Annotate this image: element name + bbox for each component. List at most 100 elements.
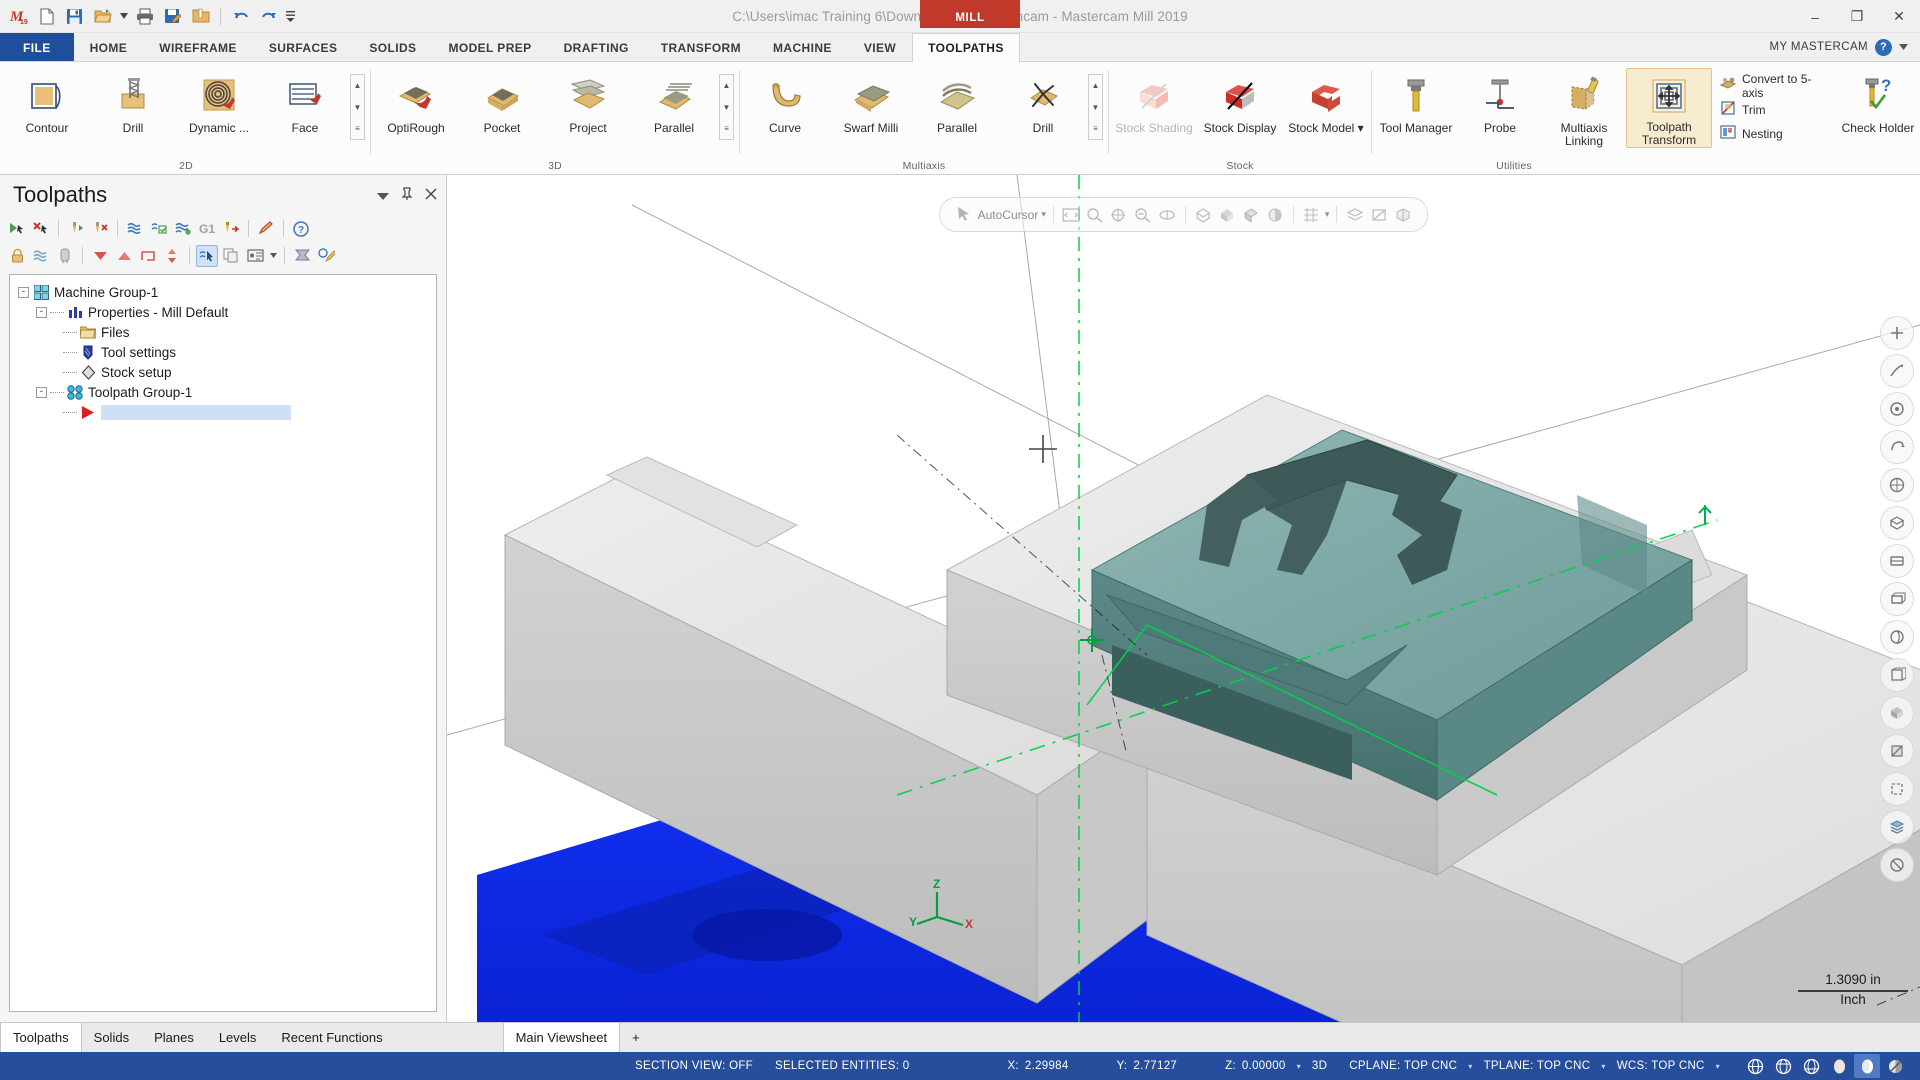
regenerate-selected-icon[interactable] bbox=[65, 218, 87, 240]
ribbon-button-curve[interactable]: Curve bbox=[742, 68, 828, 148]
grid-icon[interactable] bbox=[1301, 204, 1322, 225]
grid-caret-icon[interactable]: ▾ bbox=[1325, 209, 1330, 220]
status-wcs[interactable]: WCS: TOP CNC bbox=[1606, 1060, 1716, 1072]
shaded-wireframe-icon[interactable] bbox=[1241, 204, 1262, 225]
undo-icon[interactable] bbox=[228, 4, 253, 29]
blank-entity-icon[interactable] bbox=[1880, 847, 1914, 882]
unzoom-icon[interactable] bbox=[1880, 391, 1914, 426]
mill-context-tab[interactable]: MILL bbox=[920, 0, 1020, 28]
shaded-icon[interactable] bbox=[1217, 204, 1238, 225]
tree-node-toolpath-group[interactable]: - Toolpath Group-1 bbox=[16, 382, 436, 402]
ribbon-tab-solids[interactable]: SOLIDS bbox=[353, 33, 432, 61]
zoom-target-icon[interactable] bbox=[1880, 353, 1914, 388]
status-mode-3d[interactable]: 3D bbox=[1301, 1060, 1338, 1072]
lock-toolpath-icon[interactable] bbox=[6, 245, 28, 267]
new-file-icon[interactable] bbox=[34, 4, 59, 29]
high-speed-icon[interactable] bbox=[220, 218, 242, 240]
fit-screen-icon[interactable] bbox=[1880, 315, 1914, 350]
gview-front-icon[interactable] bbox=[1798, 1054, 1824, 1078]
fit-view-icon[interactable] bbox=[1061, 204, 1082, 225]
viewport-floating-toolbar[interactable]: AutoCursor ▾ ▾ bbox=[938, 197, 1429, 232]
deselect-all-toolpaths-icon[interactable] bbox=[30, 218, 52, 240]
gallery-scroll-multiaxis[interactable]: ▲ ▼ ≡ bbox=[1088, 74, 1103, 140]
ribbon-button-stock-display[interactable]: Stock Display bbox=[1197, 68, 1283, 148]
bottom-tab-planes[interactable]: Planes bbox=[142, 1023, 207, 1052]
tplane-caret-icon[interactable]: ▾ bbox=[1601, 1062, 1605, 1071]
translucent-icon[interactable] bbox=[1265, 204, 1286, 225]
panel-dropdown-button[interactable] bbox=[377, 189, 389, 202]
levels-icon[interactable] bbox=[1344, 204, 1365, 225]
bottom-tab-toolpaths[interactable]: Toolpaths bbox=[0, 1023, 82, 1052]
redo-icon[interactable] bbox=[256, 4, 281, 29]
ribbon-tab-file[interactable]: FILE bbox=[0, 33, 74, 61]
paint-toolpath-icon[interactable] bbox=[315, 245, 337, 267]
tree-node-stock-setup[interactable]: Stock setup bbox=[16, 362, 436, 382]
select-entities-icon[interactable] bbox=[196, 244, 218, 267]
ribbon-button-tool-manager[interactable]: Tool Manager bbox=[1374, 68, 1458, 148]
select-all-toolpaths-icon[interactable] bbox=[6, 218, 28, 240]
gallery-up-2d[interactable]: ▲ bbox=[351, 75, 364, 96]
ribbon-button-stock-model[interactable]: Stock Model ▾ bbox=[1283, 68, 1369, 148]
shading-on-icon[interactable] bbox=[1854, 1054, 1880, 1078]
viewsheet-tab-main[interactable]: Main Viewsheet bbox=[502, 1023, 621, 1052]
customize-qat-icon[interactable] bbox=[284, 4, 297, 29]
3d-scene[interactable] bbox=[447, 175, 1920, 1022]
ribbon-button-project-3d[interactable]: Project bbox=[545, 68, 631, 148]
copy-toolpath-icon[interactable] bbox=[220, 245, 242, 267]
autocursor-caret-icon[interactable]: ▾ bbox=[1041, 209, 1046, 220]
print-icon[interactable] bbox=[132, 4, 157, 29]
unzoom-icon[interactable] bbox=[1133, 204, 1154, 225]
ribbon-button-probe[interactable]: Probe bbox=[1458, 68, 1542, 148]
tree-node-tool-settings[interactable]: Tool settings bbox=[16, 342, 436, 362]
ribbon-button-drill-multiaxis[interactable]: Drill bbox=[1000, 68, 1086, 148]
ribbon-button-swarf-milling[interactable]: Swarf Milli bbox=[828, 68, 914, 148]
ribbon-button-trim[interactable]: Trim bbox=[1716, 98, 1832, 121]
ribbon-button-parallel-multiaxis[interactable]: Parallel bbox=[914, 68, 1000, 148]
my-mastercam-label[interactable]: MY MASTERCAM bbox=[1769, 41, 1868, 53]
ribbon-tab-home[interactable]: HOME bbox=[74, 33, 144, 61]
ribbon-tab-model-prep[interactable]: MODEL PREP bbox=[432, 33, 547, 61]
pan-icon[interactable] bbox=[1880, 467, 1914, 502]
tree-node-properties[interactable]: - Properties - Mill Default bbox=[16, 302, 436, 322]
ribbon-button-optirough[interactable]: OptiRough bbox=[373, 68, 459, 148]
gview-top-icon[interactable] bbox=[1770, 1054, 1796, 1078]
tree-node-insert-position[interactable] bbox=[16, 402, 436, 422]
tree-expander[interactable]: - bbox=[36, 306, 47, 318]
toggle-display-icon[interactable] bbox=[54, 245, 76, 267]
gallery-down-multiaxis[interactable]: ▼ bbox=[1089, 97, 1102, 118]
shaded-icon[interactable] bbox=[1880, 695, 1914, 730]
clip-plane-icon[interactable] bbox=[1368, 204, 1389, 225]
status-cplane[interactable]: CPLANE: TOP CNC bbox=[1338, 1060, 1468, 1072]
viewport-right-toolbar[interactable] bbox=[1880, 315, 1914, 882]
ribbon-button-parallel-3d[interactable]: Parallel bbox=[631, 68, 717, 148]
maximize-button[interactable]: ❐ bbox=[1836, 0, 1878, 33]
top-view-icon[interactable] bbox=[1880, 543, 1914, 578]
ribbon-tab-toolpaths[interactable]: TOOLPATHS bbox=[912, 33, 1020, 62]
autocursor-icon[interactable] bbox=[954, 204, 975, 225]
ribbon-button-check-holder[interactable]: ? Check Holder bbox=[1836, 68, 1920, 148]
save-icon[interactable] bbox=[62, 4, 87, 29]
ribbon-button-pocket-3d[interactable]: Pocket bbox=[459, 68, 545, 148]
open-folder-icon[interactable] bbox=[90, 4, 115, 29]
dynamic-rotate-icon[interactable] bbox=[1880, 429, 1914, 464]
section-view-icon[interactable] bbox=[1392, 204, 1413, 225]
panel-pin-button[interactable] bbox=[401, 187, 413, 203]
chevron-down-icon[interactable] bbox=[268, 245, 278, 267]
coordinate-caret-icon[interactable]: ▾ bbox=[1297, 1062, 1301, 1071]
mastercam-logo-icon[interactable]: M 19 bbox=[6, 4, 31, 29]
help-icon[interactable]: ? bbox=[290, 218, 312, 240]
ribbon-button-toolpath-transform[interactable]: Toolpath Transform bbox=[1626, 68, 1712, 148]
gallery-down-2d[interactable]: ▼ bbox=[351, 97, 364, 118]
graphics-viewport[interactable]: AutoCursor ▾ ▾ Y Z X 1.3090 in Inch bbox=[447, 175, 1920, 1022]
ribbon-button-stock-shading[interactable]: Stock Shading bbox=[1111, 68, 1197, 148]
wireframe-shading-icon[interactable] bbox=[1193, 204, 1214, 225]
simulate-toolpath-icon[interactable] bbox=[124, 218, 146, 240]
machine-group-list-icon[interactable] bbox=[244, 245, 266, 267]
ribbon-tab-drafting[interactable]: DRAFTING bbox=[548, 33, 645, 61]
panel-close-button[interactable] bbox=[425, 188, 437, 202]
ribbon-tab-machine[interactable]: MACHINE bbox=[757, 33, 848, 61]
status-selected-entities[interactable]: SELECTED ENTITIES: 0 bbox=[764, 1060, 920, 1072]
save-as-icon[interactable] bbox=[160, 4, 185, 29]
gallery-more-3d[interactable]: ≡ bbox=[720, 118, 733, 139]
gallery-scroll-3d[interactable]: ▲ ▼ ≡ bbox=[719, 74, 734, 140]
